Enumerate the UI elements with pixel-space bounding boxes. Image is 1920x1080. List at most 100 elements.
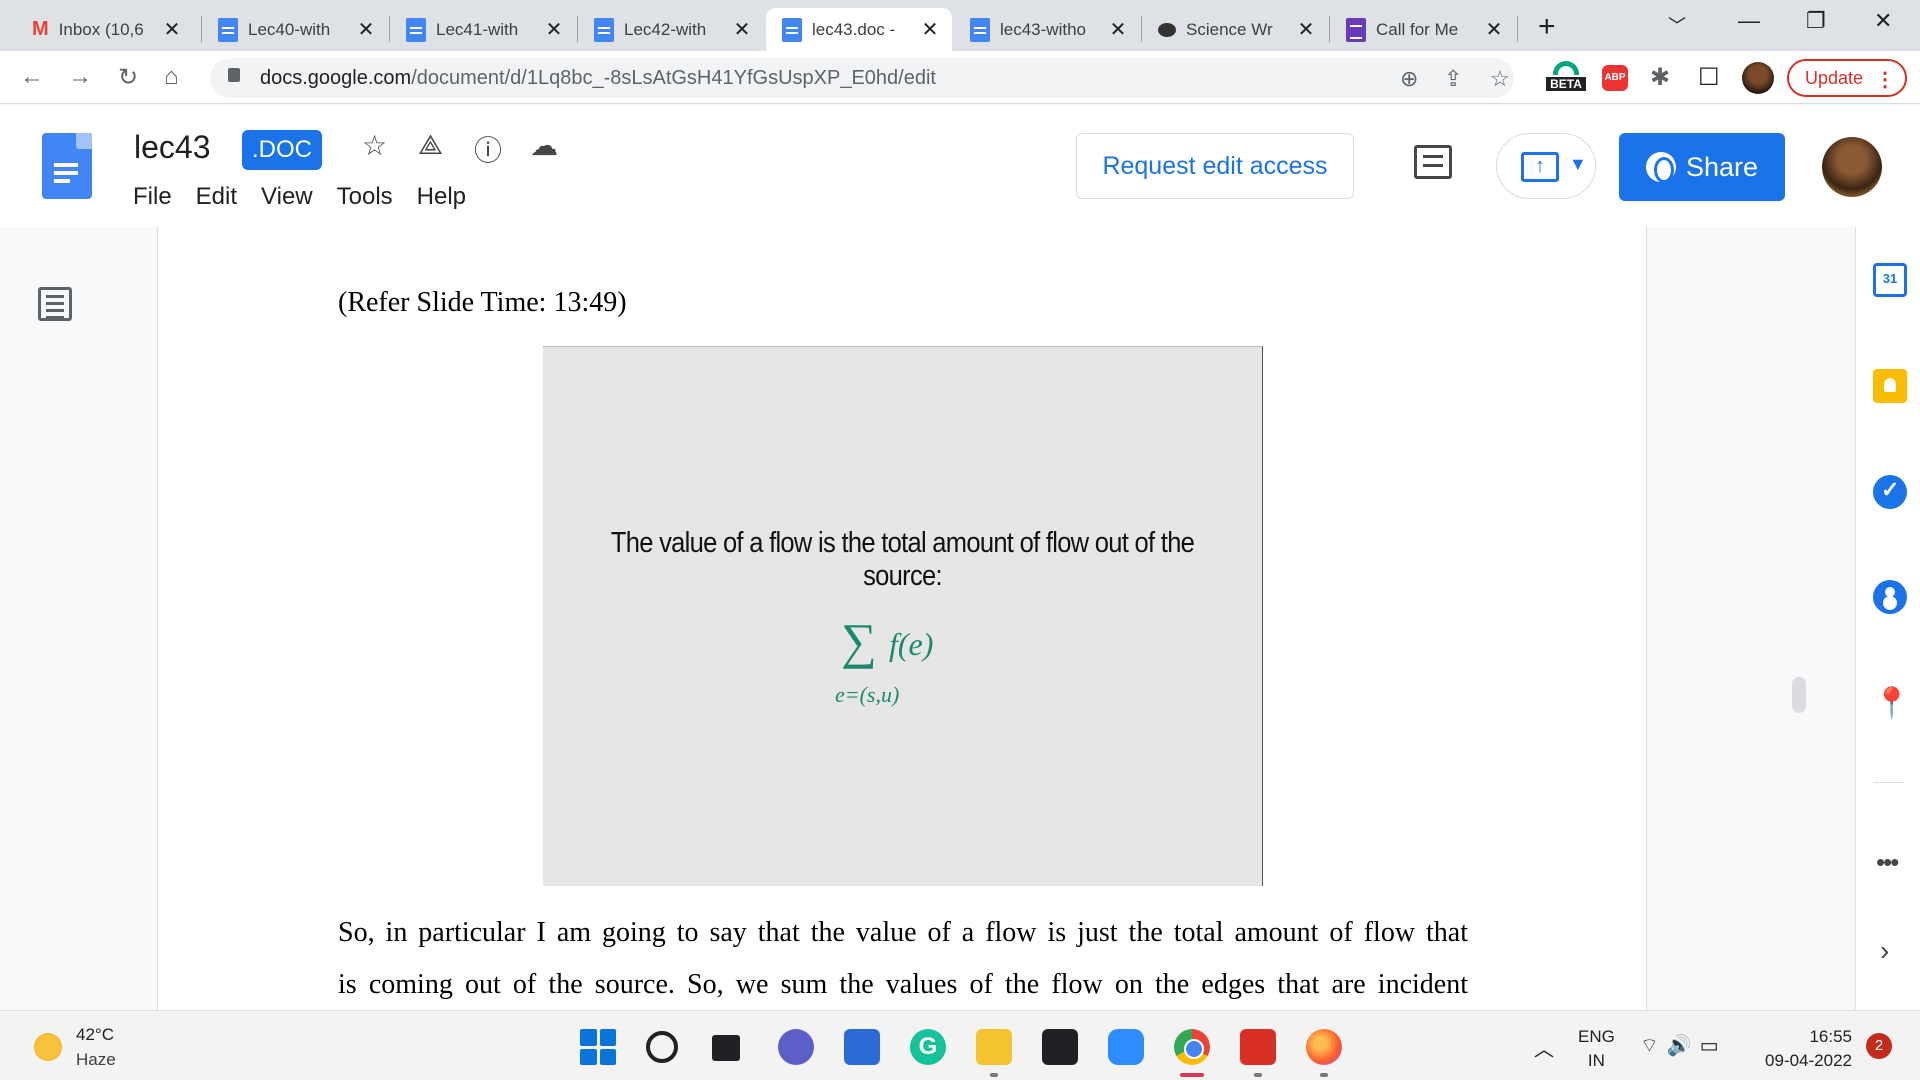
tab-lec42[interactable]: Lec42-with ✕ bbox=[578, 8, 764, 51]
menu-view[interactable]: View bbox=[249, 183, 325, 211]
task-view-icon[interactable] bbox=[712, 1035, 740, 1061]
menu-help[interactable]: Help bbox=[405, 183, 478, 211]
language-code: ENG bbox=[1578, 1027, 1615, 1046]
chat-icon bbox=[1158, 22, 1176, 37]
maps-pin-icon[interactable]: 📍 bbox=[1873, 687, 1910, 721]
home-icon[interactable]: ⌂ bbox=[164, 63, 179, 91]
clock[interactable]: 16:55 09-04-2022 bbox=[1752, 1025, 1852, 1073]
comments-icon[interactable] bbox=[1414, 145, 1452, 179]
grammarly-icon[interactable]: G bbox=[910, 1029, 946, 1065]
present-button[interactable]: ↑ ▼ bbox=[1496, 133, 1596, 199]
tab-lec43-without[interactable]: lec43-witho ✕ bbox=[954, 8, 1140, 51]
info-icon[interactable]: ⓘ bbox=[474, 129, 502, 169]
restore-icon[interactable]: ❐ bbox=[1806, 8, 1826, 34]
close-icon[interactable]: ✕ bbox=[920, 17, 940, 42]
running-indicator bbox=[1320, 1073, 1328, 1077]
extensions-puzzle-icon[interactable]: ✱ bbox=[1650, 63, 1670, 92]
reload-icon[interactable]: ↻ bbox=[118, 63, 138, 92]
tab-search-chevron-icon[interactable]: ﹀ bbox=[1668, 12, 1686, 38]
keep-icon[interactable] bbox=[1873, 369, 1907, 403]
file-explorer-icon[interactable] bbox=[976, 1029, 1012, 1065]
update-button[interactable]: Update ⋮ bbox=[1787, 59, 1907, 97]
firefox-icon[interactable] bbox=[1306, 1029, 1342, 1065]
close-icon[interactable]: ✕ bbox=[544, 17, 564, 42]
volume-icon[interactable]: 🔊 bbox=[1667, 1035, 1700, 1057]
address-bar[interactable]: docs.google.com/document/d/1Lq8bc_-8sLsA… bbox=[210, 58, 1514, 98]
adblock-icon[interactable]: ABP bbox=[1602, 65, 1628, 91]
menu-edit[interactable]: Edit bbox=[184, 183, 249, 211]
tab-lec41[interactable]: Lec41-with ✕ bbox=[390, 8, 576, 51]
bookmark-star-icon[interactable]: ☆ bbox=[1490, 66, 1510, 92]
avatar[interactable] bbox=[1822, 137, 1882, 197]
logo-line bbox=[54, 171, 78, 175]
battery-icon[interactable]: ▭ bbox=[1700, 1035, 1727, 1057]
tray-overflow-icon[interactable]: ︿ bbox=[1534, 1033, 1554, 1062]
close-icon[interactable]: ✕ bbox=[1108, 17, 1128, 42]
logo-line bbox=[54, 163, 78, 167]
acrobat-icon[interactable] bbox=[1240, 1029, 1276, 1065]
tab-title: Lec40-with bbox=[248, 19, 331, 39]
language-indicator[interactable]: ENG IN bbox=[1578, 1025, 1615, 1073]
move-to-drive-icon[interactable]: ⟁ bbox=[418, 129, 443, 162]
teams-chat-icon[interactable] bbox=[778, 1029, 814, 1065]
menu-tools[interactable]: Tools bbox=[325, 183, 405, 211]
scrollbar-thumb[interactable] bbox=[1792, 677, 1806, 713]
menu-file[interactable]: File bbox=[133, 183, 184, 211]
new-tab-button[interactable]: + bbox=[1538, 10, 1556, 44]
tab-lec43-active[interactable]: lec43.doc - ✕ bbox=[766, 8, 952, 51]
extension-beta-icon[interactable]: BETA bbox=[1546, 61, 1586, 95]
tab-title: Inbox (10,6 bbox=[58, 19, 144, 39]
lock-icon bbox=[228, 68, 240, 82]
document-page[interactable]: (Refer Slide Time: 13:49) The value of a… bbox=[157, 227, 1647, 1010]
zoom-icon[interactable] bbox=[1108, 1029, 1144, 1065]
running-indicator bbox=[990, 1073, 998, 1077]
notification-badge[interactable]: 2 bbox=[1866, 1033, 1892, 1059]
share-label: Share bbox=[1685, 151, 1759, 182]
avatar[interactable] bbox=[1742, 62, 1774, 94]
sidebar-icon[interactable]: ☐ bbox=[1698, 63, 1720, 92]
weather-condition[interactable]: Haze bbox=[76, 1050, 116, 1070]
sticky-notes-icon[interactable] bbox=[1042, 1029, 1078, 1065]
wifi-icon[interactable]: ⌔ bbox=[1640, 1035, 1667, 1057]
side-panel: 31 📍 ••• › bbox=[1855, 227, 1920, 1010]
system-tray-icons[interactable]: ⌔🔊▭ bbox=[1640, 1033, 1727, 1058]
close-window-icon[interactable]: ✕ bbox=[1874, 8, 1892, 34]
close-icon[interactable]: ✕ bbox=[162, 17, 182, 42]
tab-science-writing[interactable]: Science Wr ✕ bbox=[1142, 8, 1328, 51]
forward-icon[interactable]: → bbox=[68, 63, 92, 91]
docs-logo-icon[interactable] bbox=[42, 133, 92, 199]
search-icon[interactable] bbox=[646, 1031, 678, 1063]
tab-call-for[interactable]: Call for Me ✕ bbox=[1330, 8, 1516, 51]
weather-temperature[interactable]: 42°C bbox=[76, 1025, 114, 1045]
chrome-icon[interactable] bbox=[1174, 1029, 1210, 1065]
chevron-right-icon[interactable]: › bbox=[1880, 935, 1889, 967]
tab-lec40[interactable]: Lec40-with ✕ bbox=[202, 8, 388, 51]
update-label: Update bbox=[1805, 67, 1864, 88]
store-icon[interactable] bbox=[844, 1029, 880, 1065]
tab-inbox[interactable]: M Inbox (10,6 ✕ bbox=[16, 8, 194, 51]
zoom-icon[interactable]: ⊕ bbox=[1400, 66, 1418, 92]
more-addons-icon[interactable]: ••• bbox=[1876, 847, 1899, 878]
close-icon[interactable]: ✕ bbox=[732, 17, 752, 42]
share-page-icon[interactable]: ⇪ bbox=[1444, 66, 1462, 92]
windows-start-icon[interactable] bbox=[580, 1029, 616, 1065]
star-icon[interactable]: ☆ bbox=[362, 129, 387, 162]
share-button[interactable]: Share bbox=[1619, 133, 1785, 201]
document-title[interactable]: lec43 bbox=[134, 129, 211, 166]
tab-title: Science Wr bbox=[1186, 19, 1273, 39]
slide-heading: The value of a flow is the total amount … bbox=[610, 527, 1195, 592]
outline-icon[interactable] bbox=[38, 287, 72, 321]
tasks-icon[interactable] bbox=[1873, 475, 1907, 509]
close-icon[interactable]: ✕ bbox=[356, 17, 376, 42]
back-icon[interactable]: ← bbox=[20, 63, 44, 91]
minimize-icon[interactable]: — bbox=[1738, 8, 1760, 34]
slide-image: The value of a flow is the total amount … bbox=[543, 346, 1263, 886]
close-icon[interactable]: ✕ bbox=[1296, 17, 1316, 42]
close-icon[interactable]: ✕ bbox=[1484, 17, 1504, 42]
calendar-icon[interactable]: 31 bbox=[1873, 263, 1907, 297]
contacts-icon[interactable] bbox=[1873, 580, 1907, 614]
request-edit-access-button[interactable]: Request edit access bbox=[1076, 133, 1354, 199]
weather-sun-icon[interactable] bbox=[34, 1033, 62, 1061]
cloud-status-icon[interactable]: ☁ bbox=[530, 129, 558, 162]
body-line: is coming out of the source. So, we sum … bbox=[338, 969, 1468, 1000]
